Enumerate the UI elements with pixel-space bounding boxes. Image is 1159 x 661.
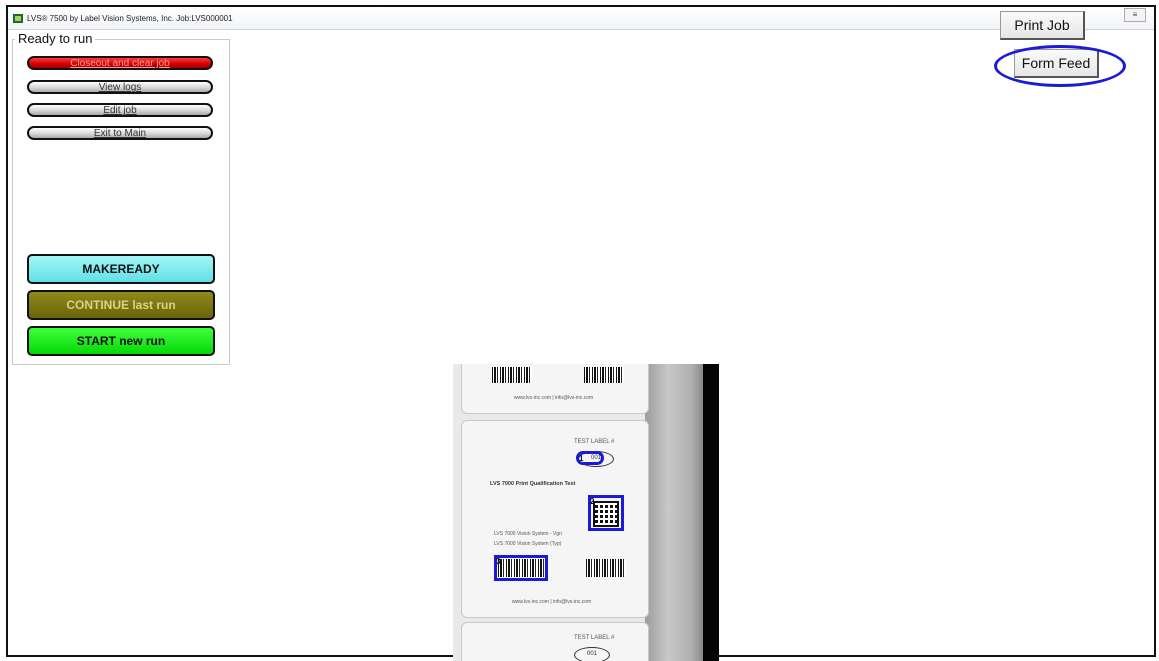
label-footer-text: www.lvs-inc.com | info@lvs-inc.com [514,395,594,401]
barcode [492,367,532,383]
window-menu-icon[interactable]: ≡ [1124,8,1146,22]
barcode [586,559,626,577]
form-feed-button[interactable]: Form Feed [1014,49,1099,78]
test-label-text: TEST LABEL # [574,635,615,641]
start-new-run-button[interactable]: START new run [27,326,215,356]
barcode [584,367,624,383]
region-3-number: 3 [496,557,501,566]
test-label-text: TEST LABEL # [574,439,615,445]
continue-last-run-button[interactable]: CONTINUE last run [27,290,215,320]
label-card-main: TEST LABEL # 001 1 LVS 7000 Print Qualif… [461,420,649,618]
run-control-panel: Ready to run Closeout and clear job View… [12,31,230,365]
window-title: LVS® 7500 by Label Vision Systems, Inc. … [27,13,233,23]
label-card-bottom: TEST LABEL # 001 [461,622,649,661]
print-job-button[interactable]: Print Job [1000,11,1085,40]
app-window: LVS® 7500 by Label Vision Systems, Inc. … [6,5,1156,661]
label-heading: LVS 7000 Print Qualification Test [490,481,576,487]
region-3-box [494,555,548,581]
panel-title: Ready to run [15,31,96,46]
view-logs-button[interactable]: View logs [27,80,213,94]
label-number-oval: 001 [574,647,610,661]
label-card-top: www.lvs-inc.com | info@lvs-inc.com [461,364,649,414]
makeready-button[interactable]: MAKEREADY [27,254,215,284]
closeout-clear-job-button[interactable]: Closeout and clear job [27,56,213,70]
scan-edge-strip [645,364,703,661]
edit-job-button[interactable]: Edit job [27,103,213,117]
region-2-number: 2 [590,497,595,506]
label-line-2: LVS 7000 Vision System (Typ) [494,541,562,547]
scan-black-edge [703,364,719,661]
region-1-number: 1 [579,454,584,463]
exit-to-main-button[interactable]: Exit to Main [27,126,213,140]
label-footer-text: www.lvs-inc.com | info@lvs-inc.com [512,599,592,605]
title-bar: LVS® 7500 by Label Vision Systems, Inc. … [8,7,1154,30]
app-logo-icon [13,13,23,23]
label-scan-image: www.lvs-inc.com | info@lvs-inc.com TEST … [453,364,719,661]
label-line-1: LVS 7000 Vision System - Vgn [494,531,562,537]
